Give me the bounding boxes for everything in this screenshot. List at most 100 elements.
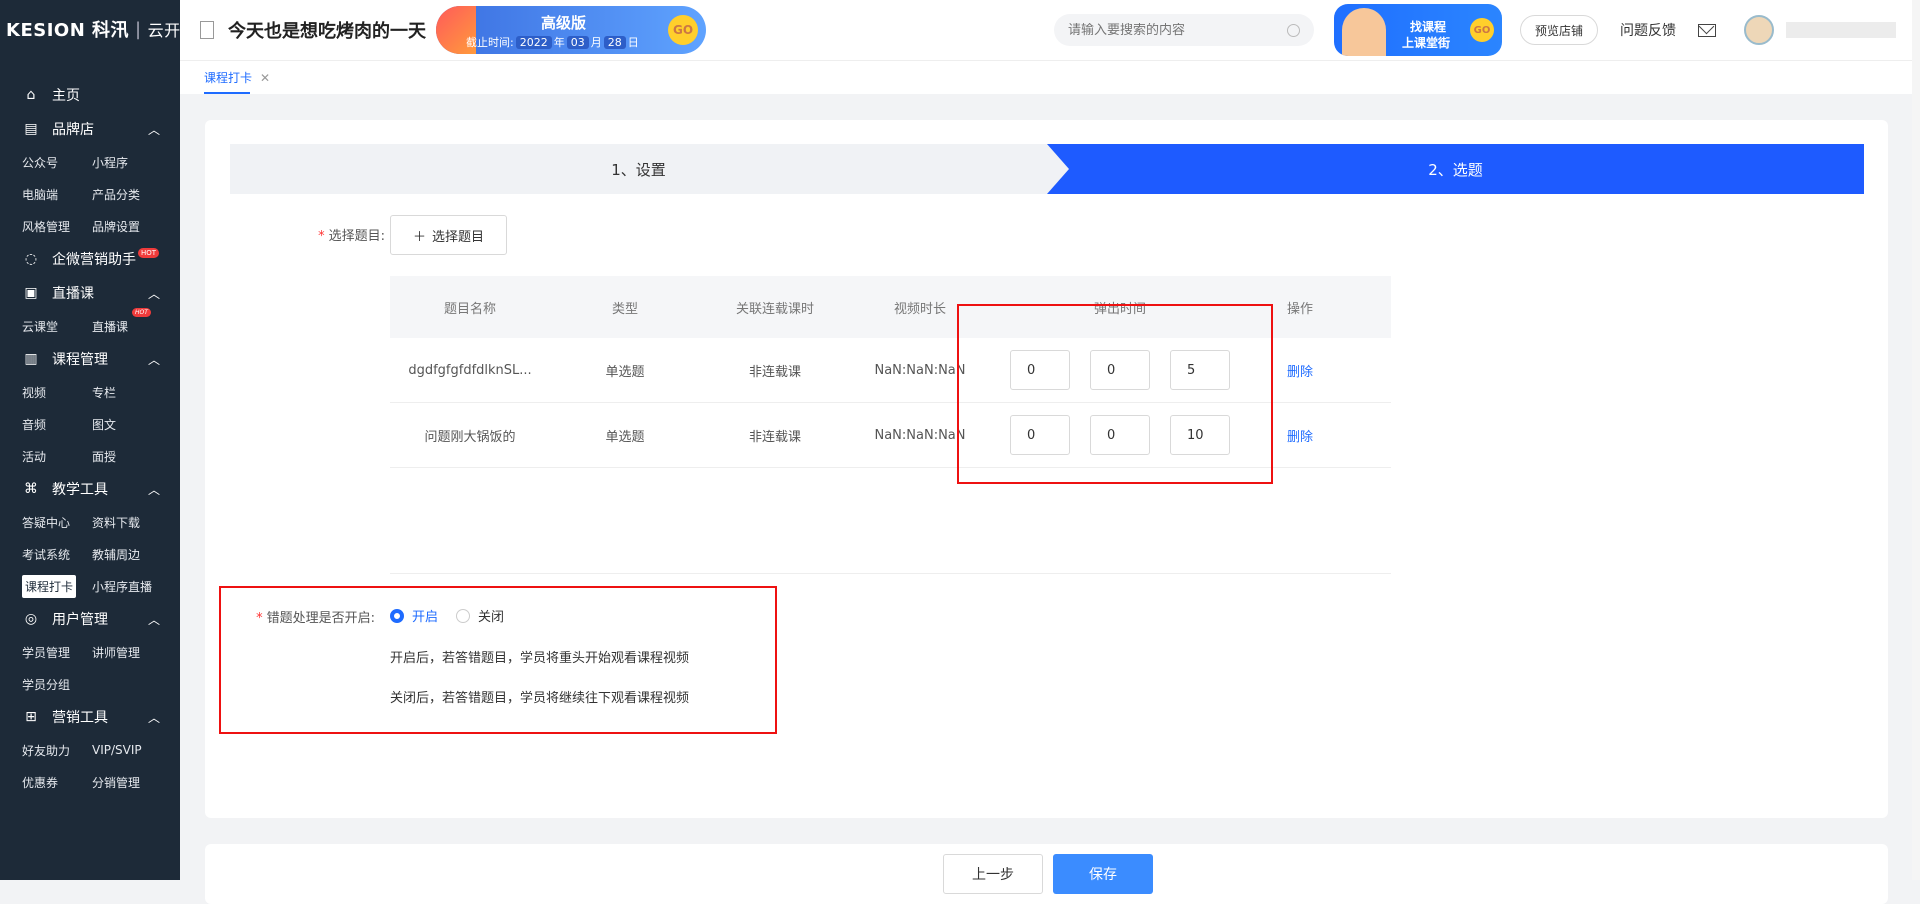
sidebar-item-column[interactable]: 专栏 bbox=[92, 376, 180, 408]
sidebar-group-users[interactable]: ◎ 用户管理 ︿ bbox=[0, 602, 180, 636]
promo-banner[interactable]: 找课程 上课堂街 GO bbox=[1333, 4, 1502, 56]
col-type: 类型 bbox=[611, 301, 638, 317]
table-header: 题目名称 类型 关联连载课时 视频时长 弹出时间 操作 bbox=[390, 276, 1391, 338]
col-popup-time: 弹出时间 bbox=[1093, 301, 1146, 317]
sidebar-item-home[interactable]: ⌂ 主页 bbox=[0, 78, 180, 112]
question-type: 单选题 bbox=[605, 429, 645, 445]
sidebar-group-label: 教学工具 bbox=[52, 482, 108, 498]
sidebar-group-brand-store[interactable]: ▤ 品牌店 ︿ bbox=[0, 112, 180, 146]
question-linked: 非连载课 bbox=[748, 364, 801, 380]
home-icon: ⌂ bbox=[26, 87, 36, 103]
username-blurred[interactable] bbox=[1786, 22, 1896, 38]
tab-label: 课程打卡 bbox=[204, 71, 253, 85]
popup-hour-input[interactable] bbox=[1010, 350, 1070, 390]
radio-checked-icon bbox=[390, 608, 404, 623]
popup-second-input[interactable] bbox=[1170, 350, 1230, 390]
sidebar-item-vip[interactable]: VIP/SVIP bbox=[92, 734, 180, 766]
sidebar-item-distribution[interactable]: 分销管理 bbox=[92, 766, 180, 798]
sidebar-group-label: 营销工具 bbox=[52, 710, 108, 726]
sidebar-item-coupons[interactable]: 优惠券 bbox=[22, 766, 92, 798]
radio-off[interactable]: 关闭 bbox=[456, 606, 504, 625]
chevron-up-icon: ︿ bbox=[147, 122, 160, 137]
sidebar-item-cloud-class[interactable]: 云课堂 bbox=[22, 310, 92, 342]
select-question-button[interactable]: ＋ 选择题目 bbox=[390, 215, 507, 255]
preview-store-button[interactable]: 预览店铺 bbox=[1519, 15, 1598, 45]
sidebar-item-video[interactable]: 视频 bbox=[22, 376, 92, 408]
step-select-questions[interactable]: 2、选题 bbox=[1047, 144, 1864, 194]
sidebar-group-wecom[interactable]: ◌ 企微营销助手 HOT bbox=[0, 242, 180, 276]
sidebar-item-downloads[interactable]: 资料下载 bbox=[92, 506, 180, 538]
book-icon: ▥ bbox=[24, 351, 38, 367]
feedback-link[interactable]: 问题反馈 bbox=[1620, 20, 1676, 40]
sidebar-item-style[interactable]: 风格管理 bbox=[22, 210, 92, 242]
close-icon[interactable]: ✕ bbox=[260, 71, 270, 85]
sidebar-subitems: 视频 专栏 音频 图文 活动 面授 bbox=[0, 376, 180, 472]
sidebar-group-live[interactable]: ▣ 直播课 ︿ bbox=[0, 276, 180, 310]
sidebar-item-activity[interactable]: 活动 bbox=[22, 440, 92, 472]
col-action: 操作 bbox=[1286, 301, 1313, 317]
sidebar-item-brand-settings[interactable]: 品牌设置 bbox=[92, 210, 180, 242]
question-name: dgdfgfgfdfdlknSL... bbox=[408, 362, 532, 378]
sidebar-item-product-category[interactable]: 产品分类 bbox=[92, 178, 180, 210]
sidebar-subitems: 好友助力 VIP/SVIP 优惠券 分销管理 bbox=[0, 734, 180, 798]
sidebar-item-materials[interactable]: 教辅周边 bbox=[92, 538, 180, 570]
popup-second-input[interactable] bbox=[1170, 415, 1230, 455]
wrong-answer-label: * 错题处理是否开启: bbox=[256, 611, 375, 626]
brand-subtitle: 云开店 bbox=[147, 21, 180, 40]
popup-hour-input[interactable] bbox=[1010, 415, 1070, 455]
delete-link[interactable]: 删除 bbox=[1287, 430, 1313, 445]
scrollbar[interactable] bbox=[1912, 0, 1920, 880]
question-duration: NaN:NaN:NaN bbox=[874, 362, 966, 378]
go-button[interactable]: GO bbox=[668, 15, 698, 45]
step-settings[interactable]: 1、设置 bbox=[230, 144, 1047, 194]
sidebar-nav: ⌂ 主页 ▤ 品牌店 ︿ 公众号 小程序 电脑端 产品分类 风格管理 品牌设置 … bbox=[0, 58, 180, 798]
wrong-answer-radio-group: 开启 关闭 bbox=[390, 606, 504, 625]
sidebar-item-wechat-official[interactable]: 公众号 bbox=[22, 146, 92, 178]
sidebar-group-marketing[interactable]: ⊞ 营销工具 ︿ bbox=[0, 700, 180, 734]
edition-badge[interactable]: 高级版 截止时间: 2022 年 03 月 28 日 GO bbox=[436, 6, 706, 54]
sidebar-item-audio[interactable]: 音频 bbox=[22, 408, 92, 440]
sidebar-subitems: 答疑中心 资料下载 考试系统 教辅周边 课程打卡 小程序直播 bbox=[0, 506, 180, 602]
avatar[interactable] bbox=[1744, 15, 1774, 45]
sidebar-group-course[interactable]: ▥ 课程管理 ︿ bbox=[0, 342, 180, 376]
tab-bar: 课程打卡 ✕ bbox=[180, 60, 1920, 94]
sidebar-item-course-checkin[interactable]: 课程打卡 bbox=[22, 570, 92, 602]
sidebar-item-student-groups[interactable]: 学员分组 bbox=[22, 668, 92, 700]
sidebar-item-pc[interactable]: 电脑端 bbox=[22, 178, 92, 210]
save-button[interactable]: 保存 bbox=[1053, 854, 1153, 894]
popup-minute-input[interactable] bbox=[1090, 415, 1150, 455]
search-box[interactable] bbox=[1053, 14, 1314, 46]
chat-icon: ◌ bbox=[24, 251, 38, 267]
sidebar-group-label: 品牌店 bbox=[52, 122, 94, 138]
chevron-up-icon: ︿ bbox=[147, 286, 160, 301]
sidebar-item-article[interactable]: 图文 bbox=[92, 408, 180, 440]
popup-minute-input[interactable] bbox=[1090, 350, 1150, 390]
search-input[interactable] bbox=[1067, 22, 1287, 38]
prev-step-button[interactable]: 上一步 bbox=[943, 854, 1043, 894]
delete-link[interactable]: 删除 bbox=[1287, 365, 1313, 380]
radio-on[interactable]: 开启 bbox=[390, 606, 438, 625]
tab-course-checkin[interactable]: 课程打卡 ✕ bbox=[204, 69, 270, 94]
col-duration: 视频时长 bbox=[893, 301, 946, 317]
sidebar-item-exam[interactable]: 考试系统 bbox=[22, 538, 92, 570]
sidebar-item-mini-live[interactable]: 小程序直播 bbox=[92, 570, 180, 602]
sidebar-item-offline[interactable]: 面授 bbox=[92, 440, 180, 472]
sidebar-item-qa[interactable]: 答疑中心 bbox=[22, 506, 92, 538]
sidebar-item-label: 主页 bbox=[52, 88, 80, 104]
sidebar-item-teachers[interactable]: 讲师管理 bbox=[92, 636, 180, 668]
promo-line-1: 找课程 bbox=[1409, 20, 1446, 34]
stepper: 1、设置 2、选题 bbox=[230, 144, 1864, 194]
sidebar-item-mini-program[interactable]: 小程序 bbox=[92, 146, 180, 178]
site-title: 今天也是想吃烤肉的一天 bbox=[228, 21, 426, 42]
promo-go-button[interactable]: GO bbox=[1469, 18, 1494, 42]
sidebar-item-students[interactable]: 学员管理 bbox=[22, 636, 92, 668]
mail-icon[interactable] bbox=[1698, 23, 1716, 37]
sidebar-group-teaching-tools[interactable]: ⌘ 教学工具 ︿ bbox=[0, 472, 180, 506]
sidebar-item-live-class[interactable]: 直播课 HOT bbox=[92, 308, 180, 342]
sidebar-item-friend-help[interactable]: 好友助力 bbox=[22, 734, 92, 766]
search-icon[interactable] bbox=[1286, 23, 1300, 37]
select-question-label: * 选择题目: bbox=[318, 229, 385, 244]
brand-logo[interactable]: KESION 科汛 | 云开店 bbox=[0, 0, 180, 58]
plus-icon: ＋ bbox=[412, 229, 426, 245]
expire-date: 截止时间: 2022 年 03 月 28 日 bbox=[466, 36, 639, 49]
